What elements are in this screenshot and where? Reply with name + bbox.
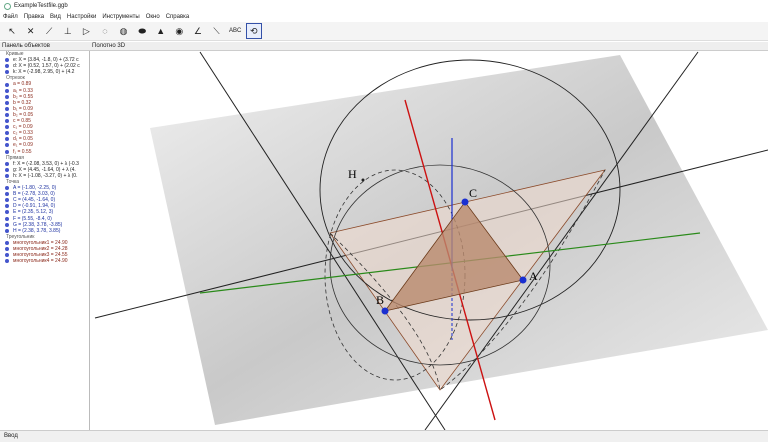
move-tool-button[interactable]: ↖ bbox=[4, 23, 20, 39]
menu-view[interactable]: Вид bbox=[50, 14, 61, 20]
window-title: ExampleTestfile.ggb bbox=[14, 3, 68, 9]
move-tool-icon: ↖ bbox=[8, 25, 16, 36]
menu-tools[interactable]: Инструменты bbox=[102, 14, 139, 20]
visibility-toggle-icon[interactable] bbox=[5, 259, 9, 264]
visibility-toggle-icon[interactable] bbox=[5, 210, 9, 215]
point-tool-button[interactable]: ✕ bbox=[23, 23, 39, 39]
scene-3d: A B C H bbox=[94, 51, 768, 430]
point-tool-icon: ✕ bbox=[26, 25, 35, 36]
panel-headers: Панель объектов Полотно 3D bbox=[0, 42, 768, 51]
input-label: Ввод bbox=[4, 433, 18, 439]
geogebra-logo-icon bbox=[4, 2, 11, 10]
visibility-toggle-icon[interactable] bbox=[5, 149, 9, 154]
circle-tool-button[interactable]: ◌ bbox=[97, 23, 113, 39]
visibility-toggle-icon[interactable] bbox=[5, 222, 9, 227]
sphere-tool-icon: ◉ bbox=[175, 25, 184, 36]
visibility-toggle-icon[interactable] bbox=[5, 228, 9, 233]
view3d-panel-title[interactable]: Полотно 3D bbox=[92, 43, 125, 49]
visibility-toggle-icon[interactable] bbox=[5, 112, 9, 117]
visibility-toggle-icon[interactable] bbox=[5, 58, 9, 63]
visibility-toggle-icon[interactable] bbox=[5, 64, 9, 69]
conic-tool-button[interactable]: ⬬ bbox=[134, 23, 150, 39]
visibility-toggle-icon[interactable] bbox=[5, 204, 9, 209]
menu-file[interactable]: Файл bbox=[3, 14, 18, 20]
rotate-view-tool-button[interactable]: ⟲ bbox=[245, 23, 262, 39]
intersect-surfaces-tool-icon: ◍ bbox=[119, 25, 128, 36]
circle-tool-icon: ◌ bbox=[102, 26, 108, 36]
algebra-view: Кривые e: X = (3.84, -1.8, 0) + (3.72 c d:… bbox=[0, 51, 90, 430]
visibility-toggle-icon[interactable] bbox=[5, 82, 9, 87]
visibility-toggle-icon[interactable] bbox=[5, 137, 9, 142]
algebra-item-text: многоугольник4 = 24.90 bbox=[13, 258, 68, 265]
reflect-tool-icon: ⟍ bbox=[213, 25, 220, 36]
visibility-toggle-icon[interactable] bbox=[5, 143, 9, 148]
visibility-toggle-icon[interactable] bbox=[5, 216, 9, 221]
pyramid-tool-button[interactable]: ▲ bbox=[153, 23, 169, 39]
polygon-tool-button[interactable]: ▷ bbox=[78, 23, 94, 39]
menu-window[interactable]: Окно bbox=[146, 14, 160, 20]
label-c: C bbox=[469, 186, 477, 200]
menu-bar: Файл Правка Вид Настройки Инструменты Ок… bbox=[0, 12, 768, 22]
line-tool-button[interactable]: ⟋ bbox=[41, 23, 57, 39]
algebra-item-text: h: X = (-1.08, -3.27, 0) + λ (0. bbox=[13, 172, 78, 179]
visibility-toggle-icon[interactable] bbox=[5, 125, 9, 130]
visibility-toggle-icon[interactable] bbox=[5, 253, 9, 258]
line-tool-icon: ⟋ bbox=[46, 25, 53, 36]
visibility-toggle-icon[interactable] bbox=[5, 119, 9, 124]
polygon-tool-icon: ▷ bbox=[82, 25, 90, 36]
algebra-item-text: f₁ = 0.55 bbox=[13, 148, 32, 155]
visibility-toggle-icon[interactable] bbox=[5, 186, 9, 191]
label-b: B bbox=[376, 293, 384, 307]
angle-tool-icon: ∠ bbox=[193, 25, 202, 36]
visibility-toggle-icon[interactable] bbox=[5, 247, 9, 252]
menu-edit[interactable]: Правка bbox=[24, 14, 44, 20]
intersect-surfaces-tool-button[interactable]: ◍ bbox=[116, 23, 132, 39]
pyramid-tool-icon: ▲ bbox=[156, 26, 166, 36]
rotate-view-tool-icon: ⟲ bbox=[249, 25, 258, 36]
visibility-toggle-icon[interactable] bbox=[5, 70, 9, 75]
angle-tool-button[interactable]: ∠ bbox=[190, 23, 206, 39]
menu-options[interactable]: Настройки bbox=[67, 14, 96, 20]
visibility-toggle-icon[interactable] bbox=[5, 88, 9, 93]
visibility-toggle-icon[interactable] bbox=[5, 106, 9, 111]
algebra-panel-title[interactable]: Панель объектов bbox=[2, 43, 87, 49]
text-tool-icon: ABC bbox=[228, 28, 242, 34]
visibility-toggle-icon[interactable] bbox=[5, 161, 9, 166]
text-tool-button[interactable]: ABC bbox=[227, 23, 243, 39]
graphics-3d-view[interactable]: A B C H bbox=[91, 51, 768, 430]
visibility-toggle-icon[interactable] bbox=[5, 100, 9, 105]
menu-help[interactable]: Справка bbox=[166, 14, 190, 20]
point-h[interactable] bbox=[361, 178, 365, 182]
title-bar: ExampleTestfile.ggb bbox=[0, 0, 768, 12]
visibility-toggle-icon[interactable] bbox=[5, 94, 9, 99]
point-c[interactable] bbox=[461, 198, 469, 206]
perpendicular-tool-button[interactable]: ⊥ bbox=[60, 23, 76, 39]
input-bar[interactable]: Ввод bbox=[0, 430, 768, 442]
visibility-toggle-icon[interactable] bbox=[5, 240, 9, 245]
visibility-toggle-icon[interactable] bbox=[5, 198, 9, 203]
algebra-item[interactable]: многоугольник4 = 24.90 bbox=[0, 258, 89, 264]
label-a: A bbox=[529, 269, 538, 283]
point-a[interactable] bbox=[519, 276, 527, 284]
visibility-toggle-icon[interactable] bbox=[5, 192, 9, 197]
perpendicular-tool-icon: ⊥ bbox=[63, 25, 72, 36]
toolbar: ↖ ✕ ⟋ ⊥ ▷ ◌ ◍ ⬬ ▲ ◉ ∠ ⟍ ABC ⟲ bbox=[0, 22, 768, 41]
reflect-tool-button[interactable]: ⟍ bbox=[209, 23, 225, 39]
sphere-tool-button[interactable]: ◉ bbox=[171, 23, 187, 39]
conic-tool-icon: ⬬ bbox=[138, 25, 146, 36]
visibility-toggle-icon[interactable] bbox=[5, 173, 9, 178]
algebra-item-text: H = (2.38, 3.78, 3.85) bbox=[13, 227, 61, 234]
label-h: H bbox=[348, 167, 357, 181]
visibility-toggle-icon[interactable] bbox=[5, 131, 9, 136]
visibility-toggle-icon[interactable] bbox=[5, 167, 9, 172]
point-b[interactable] bbox=[381, 307, 389, 315]
